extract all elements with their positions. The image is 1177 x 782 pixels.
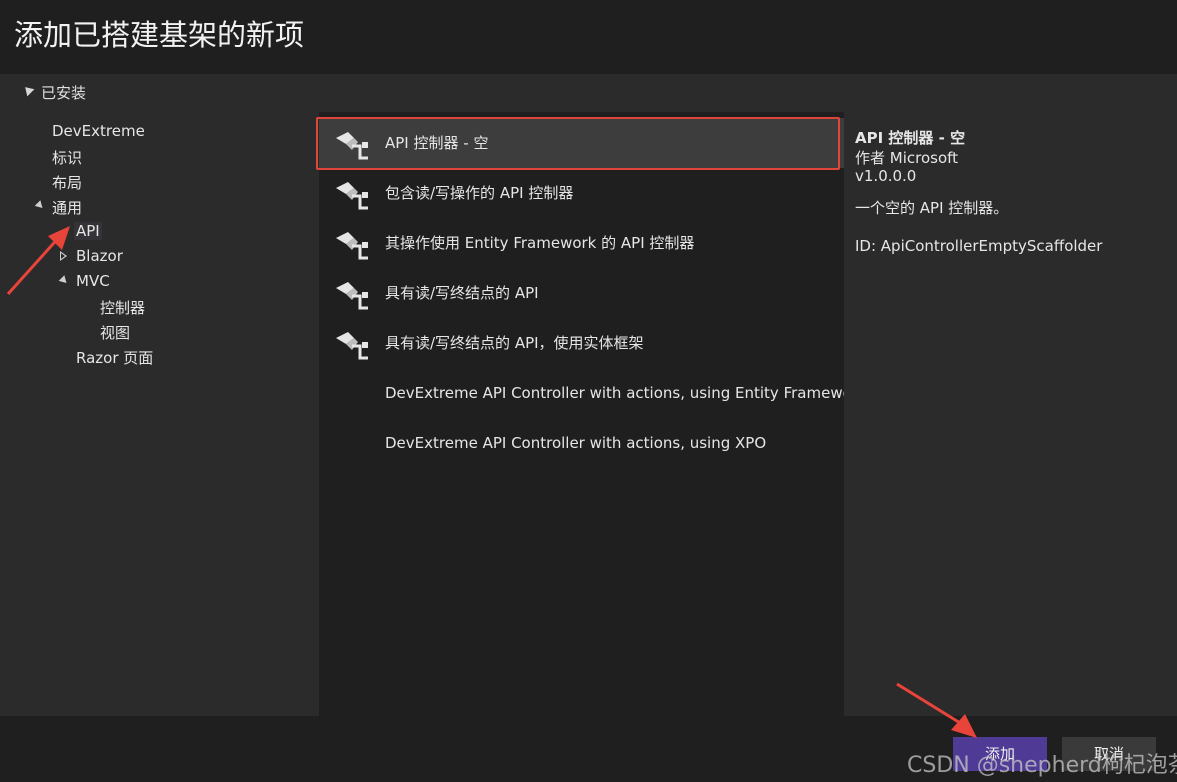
list-item[interactable]: 包含读/写操作的 API 控制器 (319, 168, 844, 218)
list-item[interactable]: 具有读/写终结点的 API，使用实体框架 (319, 318, 844, 368)
title-bar: 添加已搭建基架的新项 (0, 0, 1177, 74)
tree-item-layout[interactable]: 布局 (52, 172, 82, 193)
detail-name: API 控制器 - 空 (855, 129, 966, 147)
tree-item-common[interactable]: 通用 (52, 197, 82, 218)
list-item[interactable]: 具有读/写终结点的 API (319, 268, 844, 318)
scaffold-icon (336, 232, 368, 260)
annotation-arrow-icon (896, 682, 977, 738)
annotation-arrow-icon (6, 226, 70, 296)
list-item-label: DevExtreme API Controller with actions, … (385, 384, 844, 402)
detail-id: ID: ApiControllerEmptyScaffolder (855, 237, 1103, 255)
tree-item-razor-pages[interactable]: Razor 页面 (76, 347, 153, 368)
installed-header[interactable] (0, 74, 1177, 112)
tree-item-devextreme[interactable]: DevExtreme (52, 122, 145, 140)
list-item-label: 包含读/写操作的 API 控制器 (385, 184, 574, 202)
category-tree (0, 112, 319, 716)
list-item[interactable]: DevExtreme API Controller with actions, … (319, 368, 844, 418)
detail-author: 作者 Microsoft (855, 149, 959, 167)
tree-item-api[interactable]: API (74, 222, 102, 240)
detail-description: 一个空的 API 控制器。 (855, 199, 1009, 217)
list-item-label: 其操作使用 Entity Framework 的 API 控制器 (385, 234, 695, 252)
scaffold-icon (336, 182, 368, 210)
dialog-title: 添加已搭建基架的新项 (14, 18, 305, 52)
detail-version: v1.0.0.0 (855, 167, 917, 185)
selection-highlight (316, 117, 840, 170)
watermark: CSDN @shepherd枸杞泡茶 (907, 753, 1177, 778)
tree-item-mvc[interactable]: MVC (76, 272, 110, 290)
tree-item-controller[interactable]: 控制器 (100, 297, 145, 318)
tree-item-identity[interactable]: 标识 (52, 147, 82, 168)
scaffold-icon (336, 332, 368, 360)
list-item-label: DevExtreme API Controller with actions, … (385, 434, 767, 452)
tree-item-blazor[interactable]: Blazor (76, 247, 123, 265)
list-item[interactable]: 其操作使用 Entity Framework 的 API 控制器 (319, 218, 844, 268)
list-item-label: 具有读/写终结点的 API (385, 284, 539, 302)
list-item[interactable]: DevExtreme API Controller with actions, … (319, 418, 844, 468)
template-list: API 控制器 - 空 包含读/写操作的 API 控制器 其操作使用 Entit… (319, 112, 844, 716)
scaffold-icon (336, 282, 368, 310)
installed-label: 已安装 (41, 84, 87, 102)
tree-item-view[interactable]: 视图 (100, 322, 130, 343)
list-item-label: 具有读/写终结点的 API，使用实体框架 (385, 334, 644, 352)
